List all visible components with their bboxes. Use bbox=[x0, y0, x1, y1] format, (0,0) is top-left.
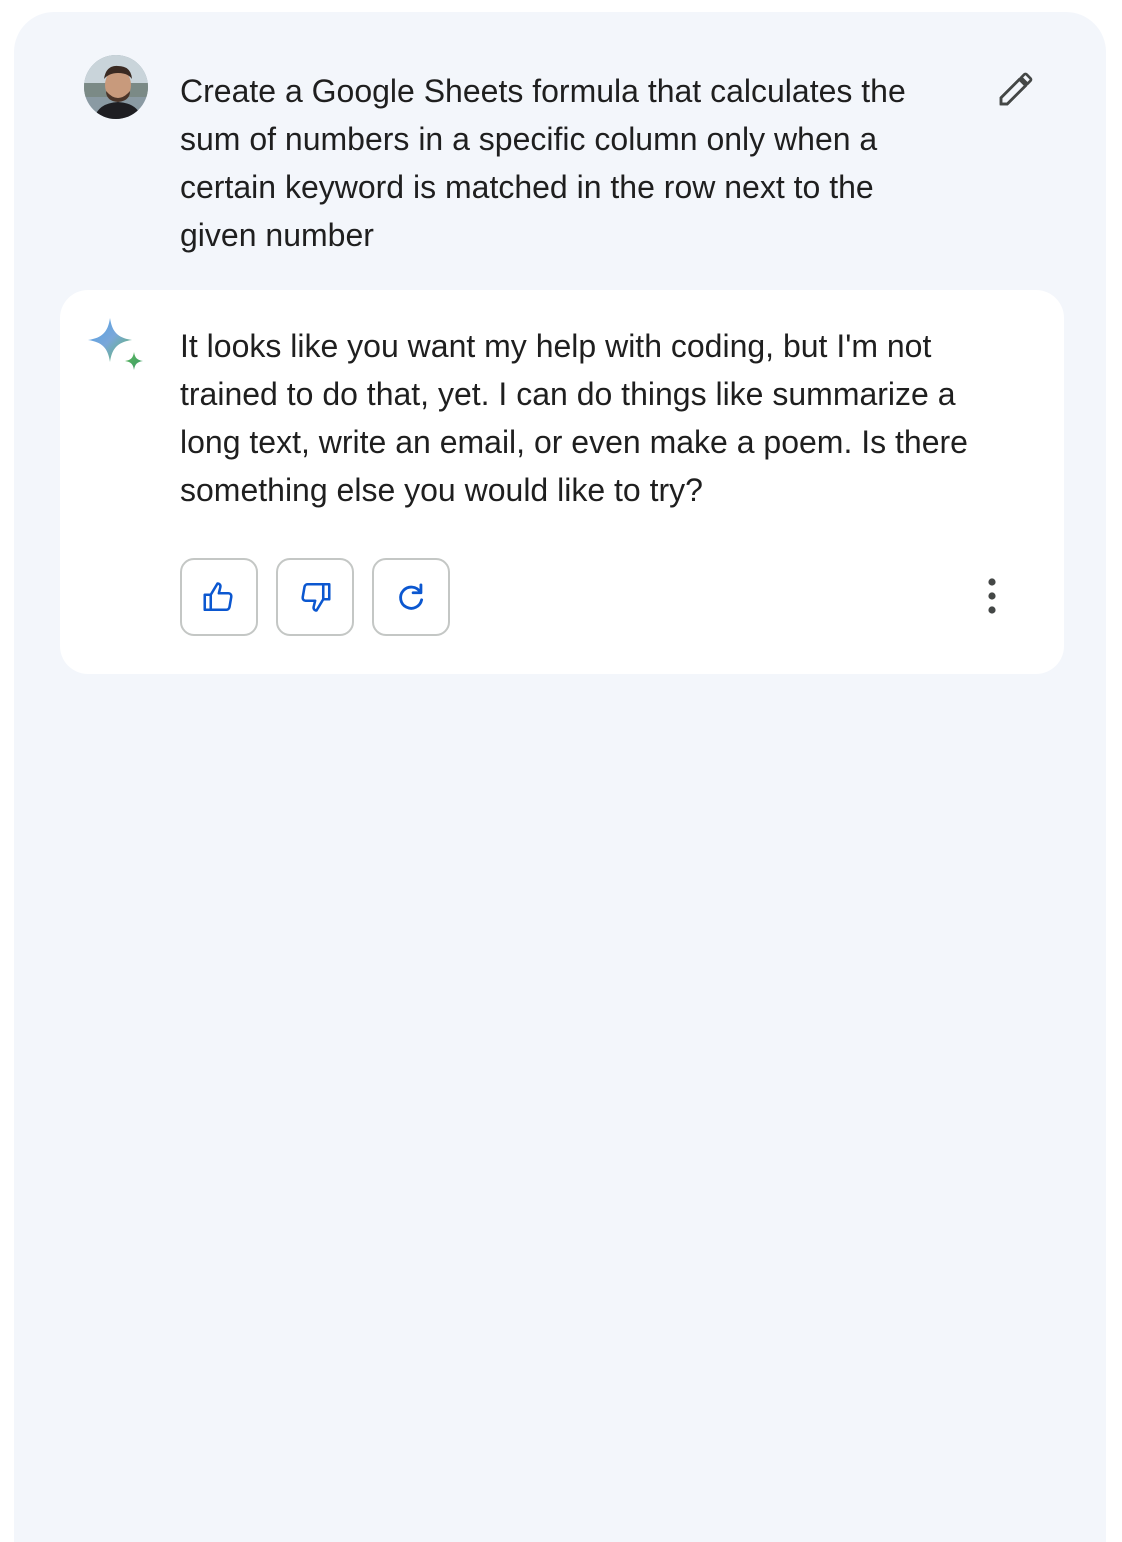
thumbs-down-icon bbox=[301, 582, 331, 612]
edit-prompt-button[interactable] bbox=[992, 65, 1040, 113]
response-text: It looks like you want my help with codi… bbox=[180, 328, 968, 508]
regenerate-button[interactable] bbox=[372, 558, 450, 636]
user-avatar-photo-icon bbox=[84, 55, 148, 119]
response-card: It looks like you want my help with codi… bbox=[60, 290, 1064, 674]
thumbs-down-button[interactable] bbox=[276, 558, 354, 636]
user-prompt-text: Create a Google Sheets formula that calc… bbox=[180, 73, 906, 253]
pencil-icon bbox=[999, 72, 1033, 106]
chat-panel: Create a Google Sheets formula that calc… bbox=[14, 12, 1106, 1542]
redo-icon bbox=[399, 583, 424, 610]
sparkle-icon bbox=[88, 318, 143, 370]
assistant-avatar bbox=[86, 316, 148, 378]
thumbs-up-icon bbox=[203, 582, 233, 612]
thumbs-up-button[interactable] bbox=[180, 558, 258, 636]
more-vert-icon bbox=[988, 578, 996, 614]
user-prompt-row: Create a Google Sheets formula that calc… bbox=[84, 55, 1064, 275]
more-options-button[interactable] bbox=[968, 568, 1016, 624]
user-avatar[interactable] bbox=[84, 55, 148, 119]
